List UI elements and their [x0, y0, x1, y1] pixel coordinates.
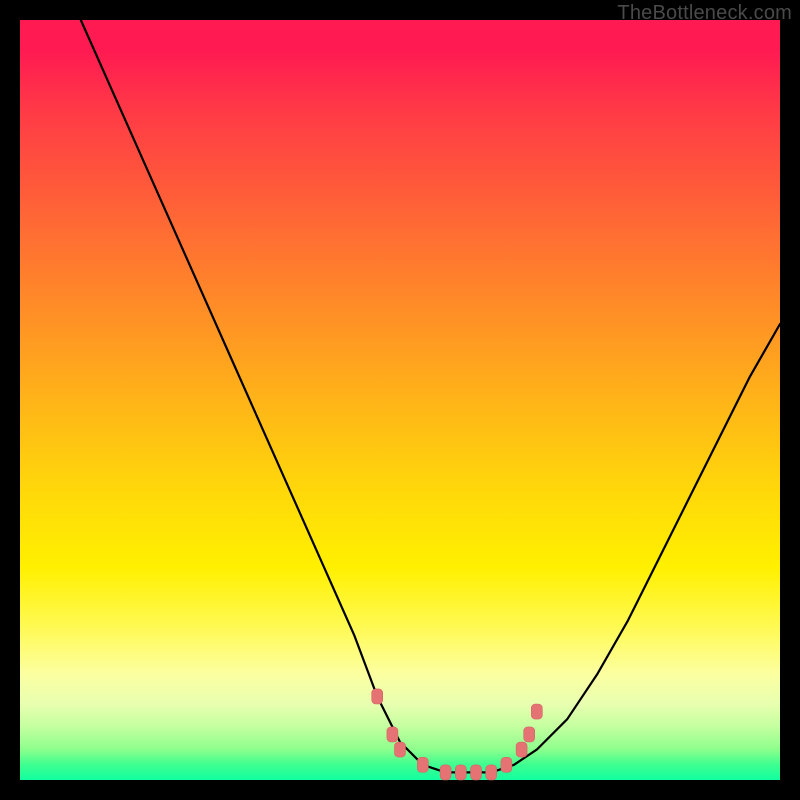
curve-marker: [395, 742, 406, 757]
curve-marker: [440, 765, 451, 780]
curve-marker: [471, 765, 482, 780]
curve-svg: [20, 20, 780, 780]
curve-marker: [417, 757, 428, 772]
marker-group: [372, 689, 543, 780]
curve-marker: [486, 765, 497, 780]
curve-marker: [531, 704, 542, 719]
curve-marker: [372, 689, 383, 704]
curve-marker: [501, 757, 512, 772]
chart-frame: TheBottleneck.com: [0, 0, 800, 800]
curve-marker: [387, 727, 398, 742]
curve-marker: [524, 727, 535, 742]
curve-marker: [516, 742, 527, 757]
plot-area: [20, 20, 780, 780]
bottleneck-curve: [81, 20, 780, 772]
curve-marker: [455, 765, 466, 780]
